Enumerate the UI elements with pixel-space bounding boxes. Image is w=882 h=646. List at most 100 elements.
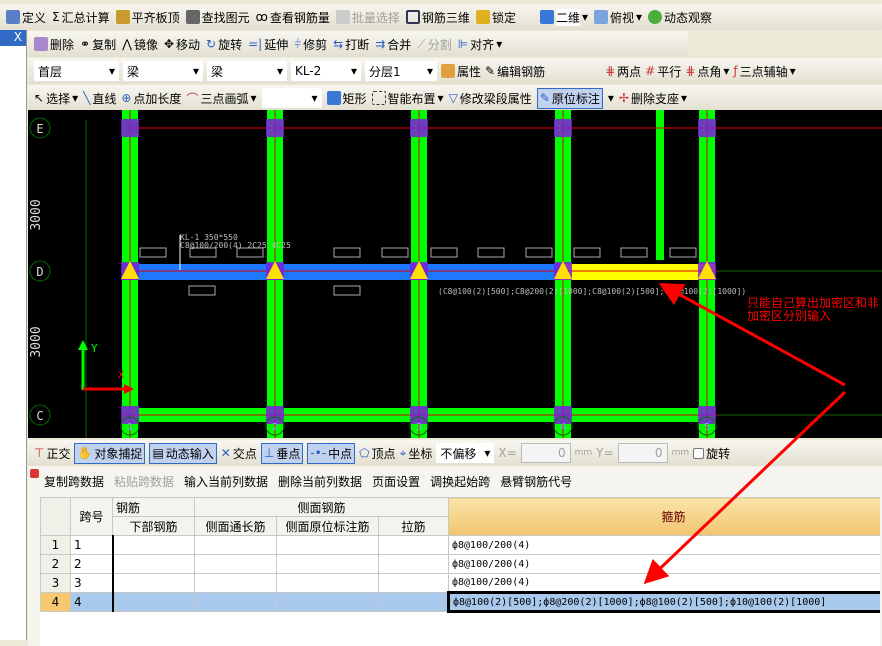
coordinate-button[interactable]: ⌖ 坐标 [400,445,433,462]
side-orig-cell[interactable] [276,554,379,574]
object-snap-button[interactable]: ✋ 对象捕捉 [74,442,146,464]
rotate-checkbox[interactable]: 旋转 [693,445,730,462]
merge-button[interactable]: ⇉ 合并 [375,36,411,53]
break-button[interactable]: ⇆ 打断 [333,36,369,53]
x-input[interactable]: 0 [520,443,571,463]
delete-button[interactable]: 删除 [34,36,74,53]
side-orig-cell[interactable] [276,573,379,593]
edit-rebar-button[interactable]: ✎ 编辑钢筋 [485,63,545,80]
perpendicular-button[interactable]: ⊥ 垂点 [260,442,304,464]
stirrup-cell[interactable]: ф8@100/200(4) [448,554,880,574]
define-button[interactable]: 定义 [6,9,46,26]
side-long-cell[interactable] [194,573,277,593]
span-cell[interactable]: 1 [70,535,113,555]
side-long-cell[interactable] [194,554,277,574]
span-cell[interactable]: 4 [70,592,113,612]
batch-select-button[interactable]: 批量选择 [335,9,400,26]
view-rebar-button[interactable]: ꝏ 查看钢筋量 [256,9,330,26]
close-icon[interactable] [30,469,39,478]
table-row[interactable]: 4 4 ф8@100(2)[500];ф8@200(2)[1000];ф8@10… [40,591,880,613]
span-cell[interactable]: 2 [70,554,113,574]
page-setup-button[interactable]: 页面设置 [372,473,420,490]
side-long-cell[interactable] [194,535,277,555]
y-input[interactable]: 0 [617,443,668,463]
align-button[interactable]: ⊫ 对齐 ▾ [458,36,503,53]
delete-column-button[interactable]: 删除当前列数据 [278,473,362,490]
extend-button[interactable]: =| 延伸 [248,36,288,53]
ortho-button[interactable]: ⊤ 正交 [34,445,70,462]
drawing-canvas[interactable]: KL-1 350*550C8@100/200(4) 2C25 4C25(C8@1… [28,110,882,438]
modify-segment-button[interactable]: ▽ 修改梁段属性 [449,90,532,107]
edit-toolbar: 删除 ⚭ 复制 ⋀ 镜像 ✥ 移动 ↻ 旋转 =| 延伸 ⫩ 修剪 ⇆ 打断 ⇉ 合并 ⟋ 分割 … [28,31,688,57]
close-panel-button[interactable]: X [0,30,26,46]
in-situ-annotation-button[interactable]: ✎ 原位标注 [536,87,603,109]
point-length-button[interactable]: ⊕ 点加长度 [121,90,181,107]
element-toolbar: 首层 ▾ 梁 ▾ 梁 ▾ KL-2 ▾ 分层1 ▾ 属性 ✎ 编辑钢筋 ⋕ 两点 # 平行 ⋕ 点… [28,58,882,84]
dynamic-view-button[interactable]: 动态观察 [648,9,712,26]
copy-span-button[interactable]: 复制跨数据 [44,473,104,490]
tie-cell[interactable] [378,554,449,574]
smart-layout-button[interactable]: 智能布置 ▾ [371,90,444,107]
offset-select[interactable]: 不偏移 ▾ [436,443,495,463]
arc-mode-select[interactable]: ▾ [261,88,322,108]
category-select[interactable]: 梁 ▾ [123,61,203,81]
layer-select[interactable]: 分层1 ▾ [365,61,437,81]
vertex-button[interactable]: ⬠ 顶点 [359,445,395,462]
line-button[interactable]: ╲ 直线 [83,90,116,107]
mirror-button[interactable]: ⋀ 镜像 [122,36,158,53]
table-row[interactable]: 3 3 ф8@100/200(4) [40,573,880,593]
arc-button[interactable]: ⌒ 三点画弧 ▾ [186,90,256,107]
arc-icon: ⌒ [186,91,199,106]
tie-cell[interactable] [378,535,449,555]
view-2d-dropdown[interactable]: 二维 ▾ [539,8,588,26]
table-row[interactable]: 2 2 ф8@100/200(4) [40,554,880,574]
bottom-rebar-cell[interactable] [111,535,195,555]
header-tie: 拉筋 [378,516,449,536]
rectangle-button[interactable]: 矩形 [326,90,367,107]
header-side-rebar: 侧面钢筋 [194,497,449,517]
find-button[interactable]: 查找图元 [185,9,250,26]
swap-start-span-button[interactable]: 调换起始跨 [430,473,490,490]
align-slab-button[interactable]: 平齐板顶 [115,9,180,26]
bottom-rebar-cell[interactable] [111,573,195,593]
trim-button[interactable]: ⫩ 修剪 [294,36,327,53]
calc-button[interactable]: Σ 汇总计算 [52,9,110,26]
point-angle-button[interactable]: ⋕ 点角 ▾ [685,63,729,80]
lock-button[interactable]: 锁定 [475,9,516,26]
parallel-button[interactable]: # 平行 [645,63,681,80]
element-select[interactable]: KL-2 ▾ [291,61,361,81]
bottom-rebar-cell[interactable] [111,554,195,574]
bottom-rebar-cell[interactable] [111,592,195,612]
two-point-button[interactable]: ⋕ 两点 [605,63,641,80]
arc-axis-icon: ƒ [733,64,738,78]
dynamic-input-button[interactable]: ▤ 动态输入 [149,442,217,464]
move-button[interactable]: ✥ 移动 [164,36,200,53]
rotate-button[interactable]: ↻ 旋转 [206,36,242,53]
stirrup-cell[interactable]: ф8@100(2)[500];ф8@200(2)[1000];ф8@100(2)… [447,591,880,613]
type-select[interactable]: 梁 ▾ [207,61,287,81]
select-button[interactable]: ↖ 选择 ▾ [34,90,78,107]
camera-dropdown[interactable]: 俯视 ▾ [594,9,642,26]
split-button[interactable]: ⟋ 分割 [417,36,451,53]
stirrup-cell[interactable]: ф8@100/200(4) [448,535,880,555]
three-point-axis-button[interactable]: ƒ 三点辅轴 ▾ [733,63,795,80]
copy-button[interactable]: ⚭ 复制 [80,36,116,53]
midpoint-button[interactable]: -•- 中点 [307,442,356,464]
smart-layout-icon [371,91,386,105]
tie-cell[interactable] [378,573,449,593]
side-long-cell[interactable] [194,592,277,612]
table-row[interactable]: 1 1 ф8@100/200(4) [40,535,880,555]
span-cell[interactable]: 3 [70,573,113,593]
properties-button[interactable]: 属性 [441,63,481,80]
delete-support-button[interactable]: ✢ 删除支座 ▾ [619,90,687,107]
paste-span-button[interactable]: 粘贴跨数据 [114,473,174,490]
tie-cell[interactable] [378,592,449,612]
input-column-button[interactable]: 输入当前列数据 [184,473,268,490]
intersection-button[interactable]: ✕ 交点 [221,445,257,462]
cantilever-code-button[interactable]: 悬臂钢筋代号 [500,473,572,490]
floor-select[interactable]: 首层 ▾ [34,61,119,81]
side-orig-cell[interactable] [276,535,379,555]
stirrup-cell[interactable]: ф8@100/200(4) [448,573,880,593]
rebar-3d-button[interactable]: 钢筋三维 [405,9,470,26]
side-orig-cell[interactable] [276,592,379,612]
